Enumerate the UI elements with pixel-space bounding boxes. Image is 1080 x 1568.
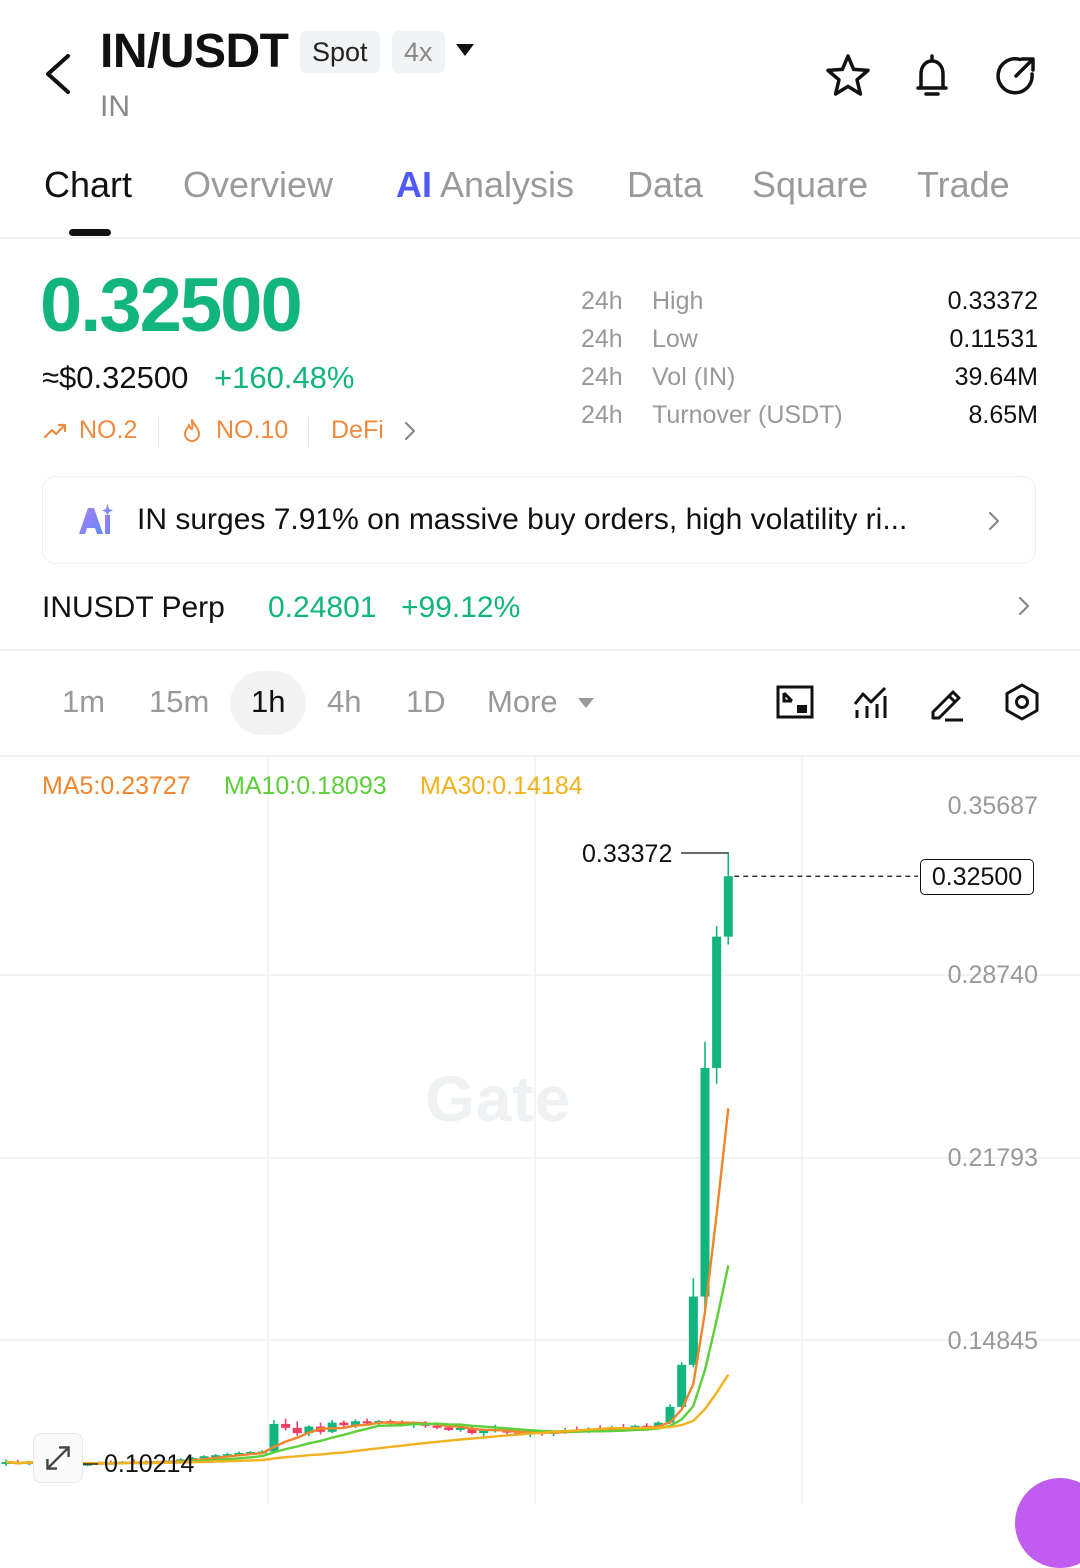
share-icon[interactable] xyxy=(992,52,1040,100)
usd-price: ≈$0.32500 xyxy=(42,360,188,396)
stat-value-high: 0.33372 xyxy=(948,287,1038,316)
back-arrow-icon[interactable] xyxy=(40,52,80,96)
stat-label-high: High xyxy=(652,287,703,316)
candle-body xyxy=(363,1421,372,1423)
candle-body xyxy=(339,1423,348,1426)
tab-trade[interactable]: Trade xyxy=(917,164,1010,206)
tabs-divider xyxy=(0,237,1080,239)
stat-value-volume: 39.64M xyxy=(955,363,1038,392)
ai-sparkle-icon xyxy=(77,504,115,536)
perp-change-percent: +99.12% xyxy=(401,591,520,625)
stat-period: 24h xyxy=(581,363,623,392)
y-axis-tick: 0.21793 xyxy=(948,1144,1038,1173)
ma30-label: MA30:0.14184 xyxy=(420,772,583,801)
candle-body xyxy=(293,1428,302,1433)
chart-settings-gear-icon[interactable] xyxy=(1002,682,1042,722)
timeframe-15m[interactable]: 15m xyxy=(149,684,209,720)
last-price: 0.32500 xyxy=(40,262,301,349)
ma-line-ma10 xyxy=(6,1265,728,1463)
perp-price: 0.24801 xyxy=(268,591,376,625)
stat-value-turnover: 8.65M xyxy=(969,401,1038,430)
stat-label-volume: Vol (IN) xyxy=(652,363,735,392)
stat-period: 24h xyxy=(581,287,623,316)
pair-title: IN/USDT xyxy=(100,24,289,79)
timeframe-1m[interactable]: 1m xyxy=(62,684,105,720)
tab-chart[interactable]: Chart xyxy=(44,164,132,206)
perp-contract-name[interactable]: INUSDT Perp xyxy=(42,591,225,625)
tab-analysis[interactable]: AI Analysis xyxy=(396,164,586,208)
section-divider xyxy=(0,649,1080,651)
ai-icon: AI xyxy=(396,164,432,206)
chevron-right-icon[interactable] xyxy=(402,420,418,442)
price-alert-bell-icon[interactable] xyxy=(908,52,956,100)
fullscreen-chart-icon[interactable] xyxy=(775,682,815,722)
hot-rank-tag[interactable]: NO.10 xyxy=(216,416,288,445)
low-price-marker: 0.10214 xyxy=(104,1450,194,1479)
gate-watermark: Gate xyxy=(425,1062,571,1136)
expand-chart-icon[interactable] xyxy=(33,1433,83,1483)
stat-label-turnover: Turnover (USDT) xyxy=(652,401,843,430)
timeframe-1d[interactable]: 1D xyxy=(406,684,446,720)
draw-pencil-icon[interactable] xyxy=(927,682,967,722)
active-tab-indicator xyxy=(69,229,111,236)
last-price-tag: 0.32500 xyxy=(920,859,1034,895)
candle-body xyxy=(701,1068,710,1297)
candle-body xyxy=(281,1424,290,1428)
tab-overview[interactable]: Overview xyxy=(183,164,333,206)
chevron-right-icon[interactable] xyxy=(1016,594,1032,618)
tab-analysis-label: Analysis xyxy=(440,164,574,206)
chevron-right-icon[interactable] xyxy=(986,509,1002,533)
candle-body xyxy=(689,1297,698,1365)
price-change-percent: +160.48% xyxy=(214,360,354,396)
sector-tag[interactable]: DeFi xyxy=(331,416,384,445)
timeframe-4h[interactable]: 4h xyxy=(327,684,361,720)
stat-label-low: Low xyxy=(652,325,698,354)
stat-period: 24h xyxy=(581,325,623,354)
market-type-badge: Spot xyxy=(300,31,380,73)
flame-icon xyxy=(181,418,203,444)
timeframe-more[interactable]: More xyxy=(487,684,558,720)
y-axis-tick: 0.28740 xyxy=(948,961,1038,990)
ma5-label: MA5:0.23727 xyxy=(42,772,191,801)
news-headline: IN surges 7.91% on massive buy orders, h… xyxy=(137,503,907,537)
candle-body xyxy=(712,937,721,1068)
tag-separator xyxy=(158,418,159,446)
more-caret-icon[interactable] xyxy=(578,698,594,708)
leverage-badge: 4x xyxy=(392,31,445,73)
tab-square[interactable]: Square xyxy=(752,164,868,206)
trend-up-icon xyxy=(43,421,67,441)
favorite-star-icon[interactable] xyxy=(824,52,872,100)
ma-line-ma5 xyxy=(6,1108,728,1463)
stat-period: 24h xyxy=(581,401,623,430)
tag-separator xyxy=(308,418,309,446)
pair-dropdown-caret-icon[interactable] xyxy=(456,44,474,56)
candle-body xyxy=(724,876,733,936)
coin-name: IN xyxy=(100,90,130,124)
y-axis-tick: 0.14845 xyxy=(948,1327,1038,1356)
stat-value-low: 0.11531 xyxy=(949,325,1038,354)
ma10-label: MA10:0.18093 xyxy=(224,772,387,801)
indicators-icon[interactable] xyxy=(851,682,891,722)
timeframe-1h[interactable]: 1h xyxy=(251,684,285,720)
tab-data[interactable]: Data xyxy=(627,164,703,206)
candle-body xyxy=(444,1427,453,1430)
y-axis-tick: 0.35687 xyxy=(948,792,1038,821)
rank-tag[interactable]: NO.2 xyxy=(79,416,137,445)
high-price-marker: 0.33372 xyxy=(582,840,672,869)
